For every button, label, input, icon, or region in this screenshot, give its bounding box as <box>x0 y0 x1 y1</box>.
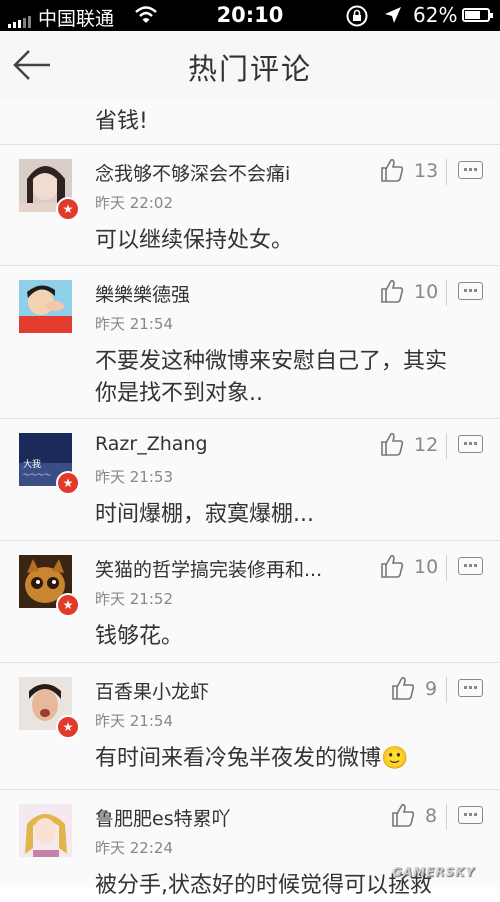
like-count: 12 <box>414 434 439 456</box>
commenter-name[interactable]: 樂樂樂德强 <box>95 280 190 307</box>
rotation-lock-icon <box>346 5 368 27</box>
comment-item: 樂樂樂德强 昨天 21:54 不要发这种微博来安慰自己了，其实你是找不到对象..… <box>0 266 500 419</box>
divider <box>446 804 447 830</box>
like-count: 10 <box>414 556 439 578</box>
commenter-name[interactable]: Razr_Zhang <box>95 433 208 455</box>
comment-time: 昨天 22:02 <box>95 194 173 212</box>
divider <box>446 433 447 459</box>
comment-text: 不要发这种微博来安慰自己了，其实你是找不到对象.. <box>95 349 448 406</box>
comment-time: 昨天 21:53 <box>95 468 173 486</box>
comment-text: 钱够花。 <box>95 624 184 649</box>
more-options-icon[interactable] <box>458 161 483 179</box>
verified-badge-icon: ★ <box>56 197 80 221</box>
comment-item: ★ 念我够不够深会不会痛i 昨天 22:02 可以继续保持处女。 13 <box>0 145 500 266</box>
comment-text: 省钱! <box>95 109 148 134</box>
status-bar: 中国联通 20:10 62% <box>0 0 500 31</box>
more-options-icon[interactable] <box>458 435 483 453</box>
divider <box>446 159 447 185</box>
comment-time: 昨天 22:24 <box>95 839 173 857</box>
comment-time: 昨天 21:52 <box>95 590 173 608</box>
commenter-name[interactable]: 笑猫的哲学搞完装修再和... <box>95 555 322 582</box>
comment-text: 有时间来看冷兔半夜发的微博🙂 <box>95 746 409 771</box>
commenter-name[interactable]: 百香果小龙虾 <box>95 677 209 704</box>
commenter-name[interactable]: 鲁肥肥es特累吖 <box>95 804 231 831</box>
divider <box>446 280 447 306</box>
thumbs-up-icon[interactable] <box>380 553 404 579</box>
comment-time: 昨天 21:54 <box>95 315 173 333</box>
nav-bar: 热门评论 <box>0 31 500 102</box>
comment-item: 大我 ～～～～ ★ Razr_Zhang 昨天 21:53 时间爆棚，寂寞爆棚.… <box>0 419 500 541</box>
like-count: 13 <box>414 160 439 182</box>
page-title: 热门评论 <box>187 52 312 86</box>
avatar[interactable] <box>19 280 72 333</box>
comment-item: ★ 笑猫的哲学搞完装修再和... 昨天 21:52 钱够花。 10 <box>0 541 500 663</box>
battery-percentage: 62% <box>413 3 458 27</box>
more-options-icon[interactable] <box>458 557 483 575</box>
more-options-icon[interactable] <box>458 282 483 300</box>
svg-text:～～～～: ～～～～ <box>23 471 51 479</box>
more-options-icon[interactable] <box>458 679 483 697</box>
thumbs-up-icon[interactable] <box>391 675 415 701</box>
like-count: 10 <box>414 281 439 303</box>
location-icon <box>385 7 401 23</box>
more-options-icon[interactable] <box>458 806 483 824</box>
comment-time: 昨天 21:54 <box>95 712 173 730</box>
like-count: 9 <box>425 678 438 700</box>
previous-comment-tail: 省钱! <box>0 101 500 145</box>
thumbs-up-icon[interactable] <box>380 431 404 457</box>
verified-badge-icon: ★ <box>56 715 80 739</box>
comment-text: 可以继续保持处女。 <box>95 228 294 253</box>
divider <box>446 555 447 581</box>
thumbs-up-icon[interactable] <box>391 802 415 828</box>
verified-badge-icon: ★ <box>56 471 80 495</box>
thumbs-up-icon[interactable] <box>380 157 404 183</box>
svg-text:大我: 大我 <box>23 458 41 470</box>
commenter-name[interactable]: 念我够不够深会不会痛i <box>95 159 290 186</box>
verified-badge-icon: ★ <box>56 593 80 617</box>
watermark: GAMERSKY <box>392 865 476 879</box>
comment-text: 时间爆棚，寂寞爆棚... <box>95 502 314 527</box>
divider <box>446 677 447 703</box>
thumbs-up-icon[interactable] <box>380 278 404 304</box>
like-count: 8 <box>425 805 438 827</box>
comment-item: ★ 百香果小龙虾 昨天 21:54 有时间来看冷兔半夜发的微博🙂 9 <box>0 663 500 790</box>
avatar[interactable] <box>19 804 72 857</box>
battery-icon <box>462 8 493 22</box>
